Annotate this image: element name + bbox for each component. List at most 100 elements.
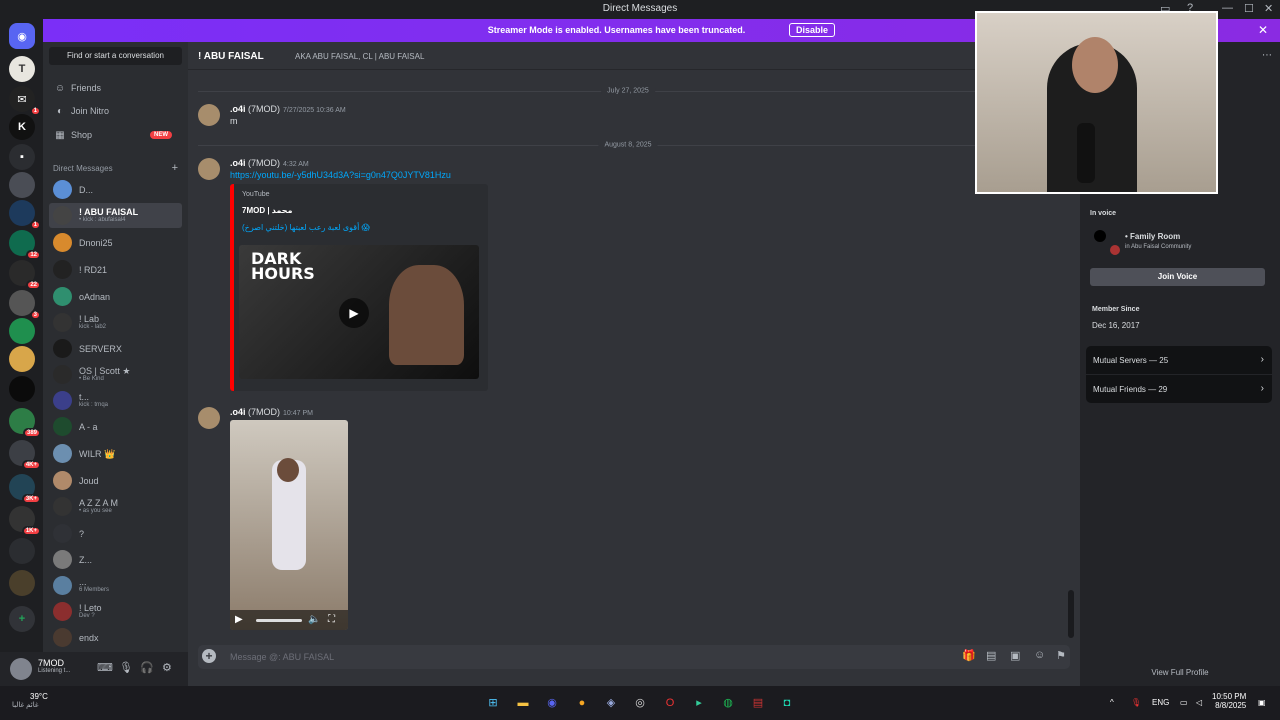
message-link[interactable]: https://youtu.be/-y5dhU34d3A?si=g0n47Q0J… bbox=[230, 170, 451, 180]
dm-item[interactable]: ? bbox=[49, 521, 182, 546]
activities-icon[interactable]: ⚑ bbox=[1056, 649, 1066, 662]
server-icon[interactable] bbox=[9, 570, 35, 596]
add-server-icon[interactable]: + bbox=[9, 606, 35, 632]
view-full-profile-link[interactable]: View Full Profile bbox=[1080, 668, 1280, 677]
steam-icon[interactable]: ◈ bbox=[602, 694, 620, 712]
server-icon[interactable] bbox=[9, 538, 35, 564]
nav-shop[interactable]: ▦ Shop NEW bbox=[49, 125, 182, 145]
server-icon[interactable]: 12 bbox=[9, 230, 41, 260]
server-icon[interactable]: 22 bbox=[9, 260, 41, 290]
app-icon[interactable]: ● bbox=[573, 694, 591, 712]
language-indicator[interactable]: ENG bbox=[1152, 698, 1169, 707]
dm-item[interactable]: endx bbox=[49, 625, 182, 650]
mutual-servers-row[interactable]: Mutual Servers — 25 › bbox=[1086, 346, 1272, 374]
chevron-up-icon[interactable]: ^ bbox=[1110, 698, 1114, 707]
join-voice-button[interactable]: Join Voice bbox=[1090, 268, 1265, 286]
maximize-icon[interactable]: ☐ bbox=[1244, 2, 1254, 15]
nav-friends[interactable]: ☺ Friends bbox=[49, 78, 182, 98]
server-icon[interactable]: 4K+ bbox=[9, 440, 41, 470]
dm-item[interactable]: SERVERX bbox=[49, 336, 182, 361]
message-author[interactable]: .o4i (7MOD) 4:32 AM bbox=[230, 158, 309, 168]
dm-item[interactable]: D... bbox=[49, 177, 182, 202]
minimize-icon[interactable]: — bbox=[1222, 2, 1233, 14]
server-icon[interactable]: T bbox=[9, 56, 35, 82]
video-attachment[interactable]: ▶ 🔈 ⛶ bbox=[230, 420, 348, 630]
app-icon[interactable]: ▸ bbox=[690, 694, 708, 712]
dm-item[interactable]: ! Leto Dev ? bbox=[49, 599, 182, 624]
scrollbar[interactable] bbox=[1068, 590, 1074, 638]
dm-item[interactable]: ... 6 Members bbox=[49, 573, 182, 598]
microphone-icon[interactable]: 🎙 bbox=[1131, 698, 1141, 707]
embed-author[interactable]: 7MOD | محمد bbox=[242, 206, 293, 215]
play-icon[interactable]: ▶ bbox=[339, 298, 369, 328]
opera-icon[interactable]: O bbox=[661, 694, 679, 712]
server-icon[interactable] bbox=[9, 346, 35, 372]
headphones-icon[interactable]: 🎧 bbox=[140, 661, 154, 674]
avatar[interactable] bbox=[198, 158, 220, 180]
message-author[interactable]: .o4i (7MOD) 10:47 PM bbox=[230, 407, 313, 417]
message-author[interactable]: .o4i (7MOD) 7/27/2025 10:36 AM bbox=[230, 104, 346, 114]
spotify-icon[interactable]: ◍ bbox=[719, 694, 737, 712]
more-options-icon[interactable]: ⋯ bbox=[1262, 50, 1272, 61]
play-icon[interactable]: ▶ bbox=[235, 614, 243, 625]
emoji-icon[interactable]: ☺ bbox=[1034, 649, 1045, 661]
mutual-friends-row[interactable]: Mutual Friends — 29 › bbox=[1086, 375, 1272, 403]
server-icon[interactable]: 1 bbox=[9, 200, 41, 230]
notification-icon[interactable]: ▣ bbox=[1258, 698, 1266, 707]
discord-app-icon[interactable]: ◉ bbox=[543, 694, 561, 712]
disable-button[interactable]: Disable bbox=[789, 23, 836, 37]
fullscreen-icon[interactable]: ⛶ bbox=[328, 614, 335, 625]
server-icon[interactable] bbox=[9, 172, 35, 198]
nav-join-nitro[interactable]: ◐ Join Nitro bbox=[49, 101, 182, 121]
discord-home-icon[interactable]: ◉ bbox=[9, 23, 35, 49]
server-icon[interactable]: 1K+ bbox=[9, 506, 41, 536]
server-icon[interactable] bbox=[9, 318, 35, 344]
clock[interactable]: 10:50 PM 8/8/2025 bbox=[1212, 692, 1246, 710]
avatar[interactable] bbox=[10, 658, 32, 680]
obs-icon[interactable]: ◎ bbox=[631, 694, 649, 712]
dm-item[interactable]: t... kick : trnqa bbox=[49, 388, 182, 413]
file-explorer-icon[interactable]: ▬ bbox=[514, 694, 532, 712]
dm-item[interactable]: oAdnan bbox=[49, 284, 182, 309]
server-icon[interactable]: 3 bbox=[9, 290, 41, 320]
gif-icon[interactable]: ▤ bbox=[986, 649, 996, 662]
app-icon[interactable]: ▤ bbox=[749, 694, 767, 712]
create-dm-icon[interactable]: + bbox=[172, 162, 178, 174]
server-icon[interactable]: 389 bbox=[9, 408, 41, 438]
dm-item[interactable]: ! RD21 bbox=[49, 257, 182, 282]
dm-item[interactable]: Dnoni25 bbox=[49, 230, 182, 255]
server-icon[interactable] bbox=[9, 376, 35, 402]
server-icon[interactable]: 3K+ bbox=[9, 474, 41, 504]
folder-icon[interactable]: ▪ bbox=[9, 144, 35, 170]
dm-item[interactable]: Z... bbox=[49, 547, 182, 572]
embed-title[interactable]: أقوى لعبة رعب لعبتها (خلتني اصرخ) 😱 bbox=[242, 223, 370, 232]
dm-item[interactable]: Joud bbox=[49, 468, 182, 493]
sticker-icon[interactable]: ▣ bbox=[1010, 649, 1020, 662]
find-conversation-button[interactable]: Find or start a conversation bbox=[49, 47, 182, 65]
server-icon[interactable]: K bbox=[9, 114, 35, 140]
settings-gear-icon[interactable]: ⚙ bbox=[162, 661, 172, 674]
microphone-icon[interactable]: 🎙 bbox=[119, 661, 133, 674]
dm-item[interactable]: A Z Z A M • as you see bbox=[49, 494, 182, 519]
app-icon[interactable]: ◘ bbox=[778, 694, 796, 712]
avatar[interactable] bbox=[198, 407, 220, 429]
avatar[interactable] bbox=[198, 104, 220, 126]
dm-item[interactable]: A - a bbox=[49, 414, 182, 439]
volume-icon[interactable]: ◁ bbox=[1196, 698, 1202, 707]
attach-plus-icon[interactable]: + bbox=[202, 649, 216, 663]
dm-item[interactable]: ! Lab kick - lab2 bbox=[49, 310, 182, 335]
dm-item-active[interactable]: ! ABU FAISAL • kick : abufaisal4 bbox=[49, 203, 182, 228]
start-icon[interactable]: ⊞ bbox=[484, 694, 502, 712]
dm-item[interactable]: OS | Scott ★ • Be Kind bbox=[49, 362, 182, 387]
close-window-icon[interactable]: ✕ bbox=[1264, 2, 1273, 15]
server-icon[interactable]: ✉ 1 bbox=[9, 86, 41, 116]
gamepad-icon[interactable]: ⌨ bbox=[97, 661, 113, 674]
weather-widget[interactable]: 39°C غائم غالبا bbox=[12, 692, 48, 709]
network-icon[interactable]: ▭ bbox=[1180, 698, 1188, 707]
embed-thumbnail[interactable]: DARK HOURS ▶ bbox=[239, 245, 479, 379]
video-progress[interactable] bbox=[256, 619, 302, 622]
volume-icon[interactable]: 🔈 bbox=[308, 614, 320, 625]
close-banner-icon[interactable]: ✕ bbox=[1258, 23, 1268, 37]
gift-icon[interactable]: 🎁 bbox=[962, 649, 976, 662]
message-composer[interactable]: + Message @: ABU FAISAL 🎁 ▤ ▣ ☺ ⚑ bbox=[198, 645, 1070, 669]
